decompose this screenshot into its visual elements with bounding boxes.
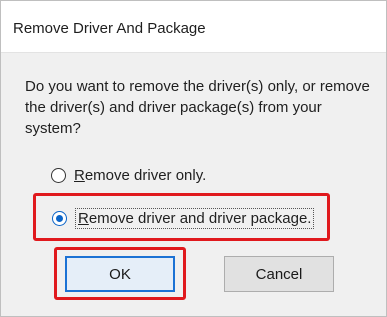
dialog-title: Remove Driver And Package xyxy=(13,20,206,37)
radio-button-icon[interactable] xyxy=(51,168,66,183)
question-text: Do you want to remove the driver(s) only… xyxy=(25,78,370,137)
radio-remove-driver-only[interactable]: Remove driver only. xyxy=(51,167,206,184)
option-label: Remove driver only. xyxy=(74,167,207,184)
annotation-highlight-ok xyxy=(54,247,186,300)
cancel-button[interactable]: Cancel xyxy=(224,256,334,292)
remove-driver-dialog: Remove Driver And Package Do you want to… xyxy=(0,0,387,317)
title-bar: Remove Driver And Package xyxy=(1,1,386,53)
annotation-highlight-option xyxy=(33,193,330,241)
